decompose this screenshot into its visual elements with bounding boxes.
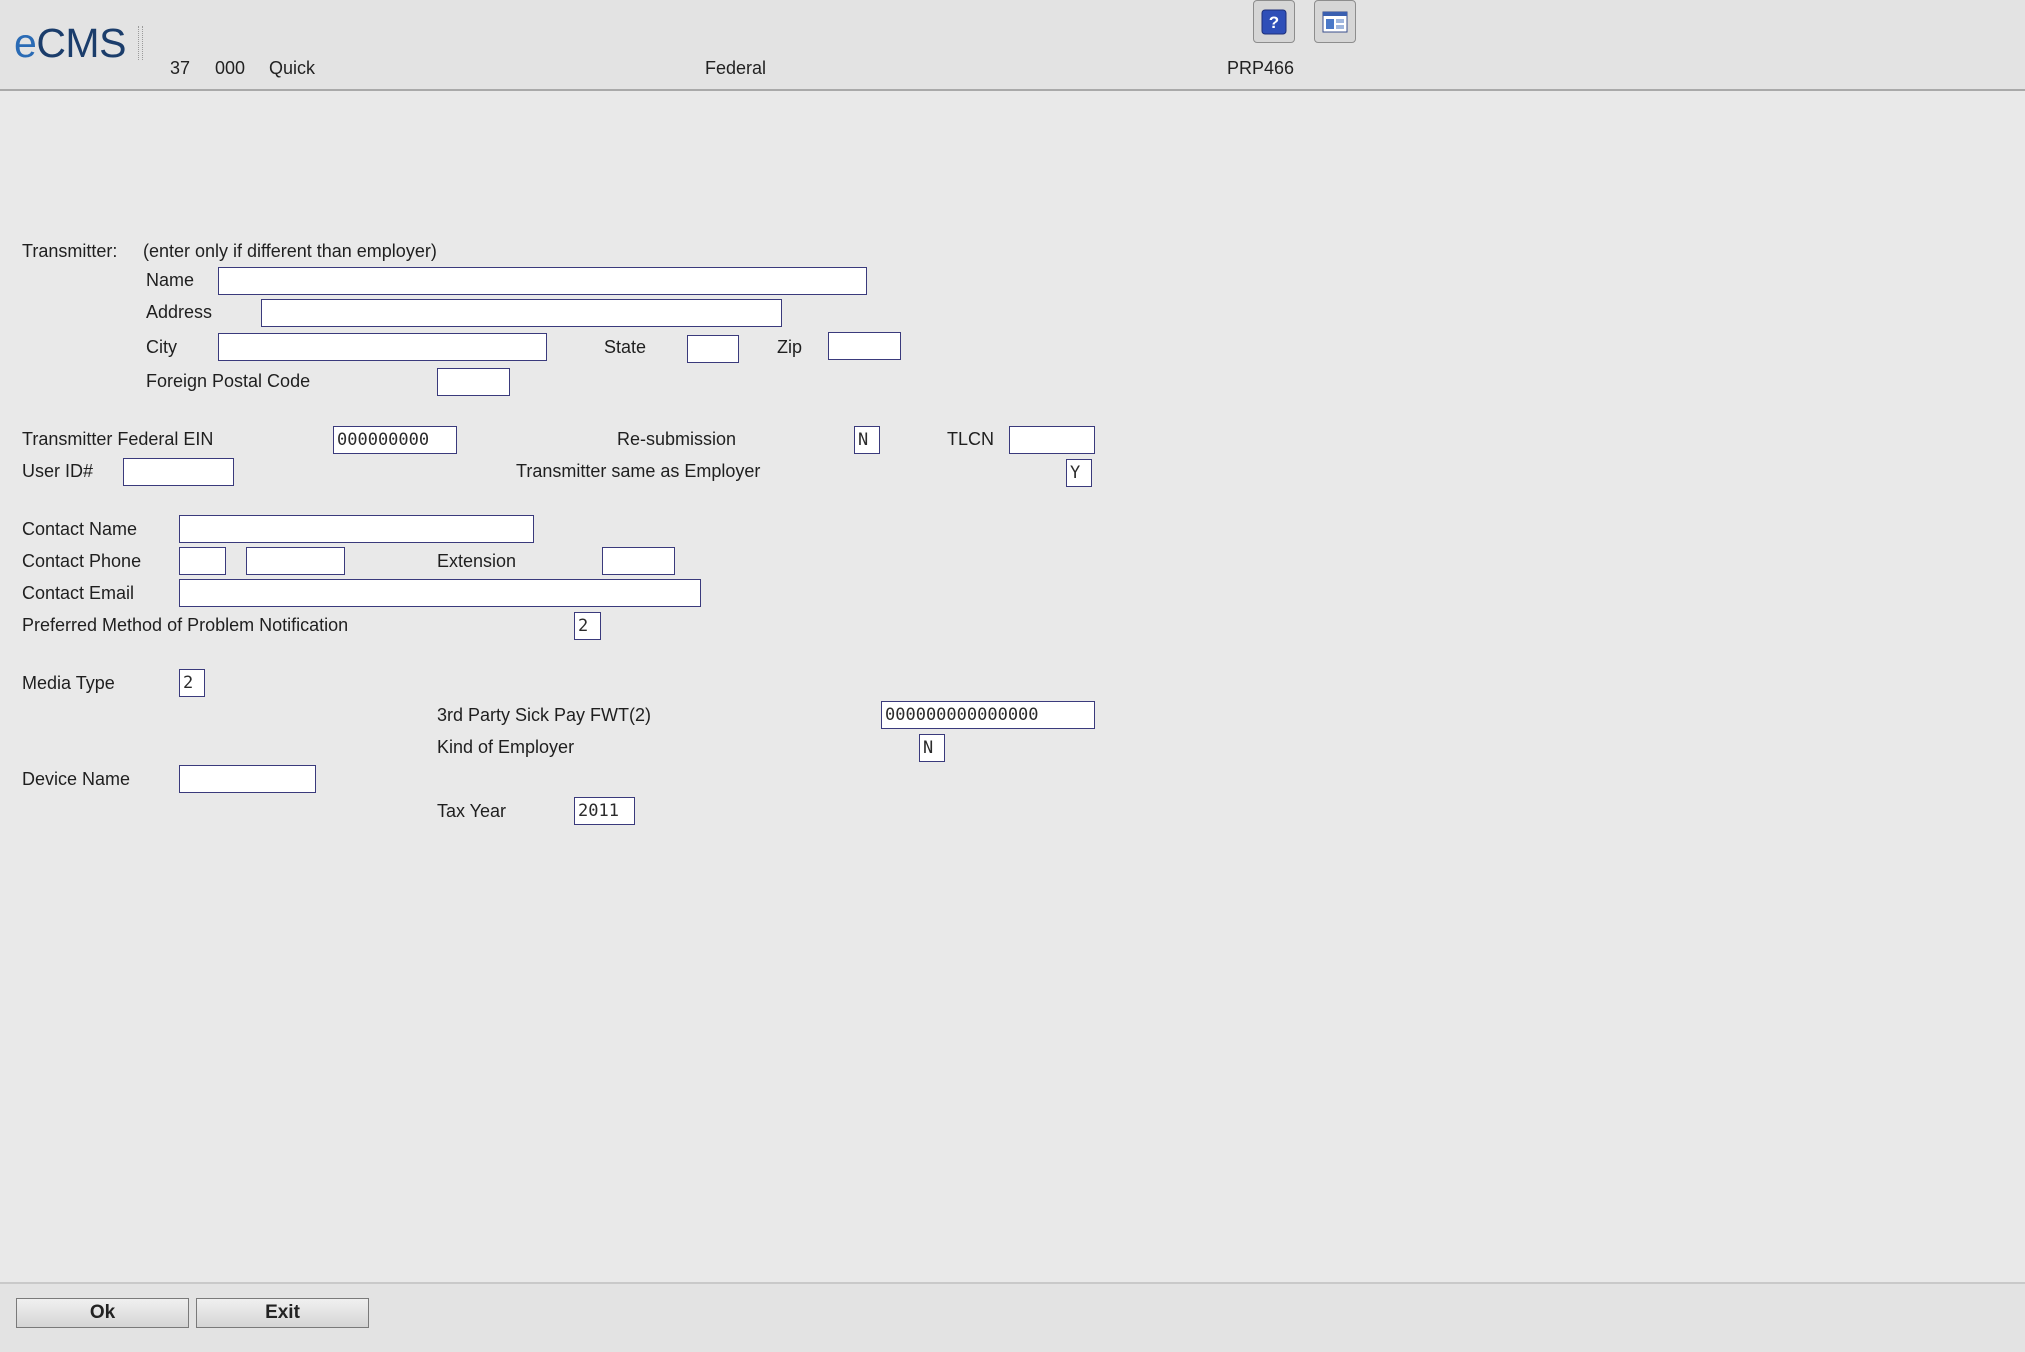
exit-button[interactable]: Exit xyxy=(196,1298,369,1328)
address-label: Address xyxy=(146,302,213,322)
phone-number-field[interactable] xyxy=(246,547,345,575)
state-field[interactable] xyxy=(687,335,739,363)
app-logo: eCMS xyxy=(14,20,126,66)
program-id: PRP466 xyxy=(1227,58,1295,78)
window-button[interactable] xyxy=(1314,0,1356,43)
state-label: State xyxy=(604,337,647,357)
sick-pay-field[interactable]: 000000000000000 xyxy=(881,701,1095,729)
device-name-label: Device Name xyxy=(22,769,131,789)
footer-bar: Ok Exit xyxy=(0,1282,2025,1352)
resubmission-field[interactable]: N xyxy=(854,426,880,454)
contact-email-label: Contact Email xyxy=(22,583,135,603)
foreign-postal-code-field[interactable] xyxy=(437,368,510,396)
help-question-icon: ? xyxy=(1261,9,1287,34)
media-type-field[interactable]: 2 xyxy=(179,669,205,697)
contact-phone-label: Contact Phone xyxy=(22,551,142,571)
ok-button[interactable]: Ok xyxy=(16,1298,189,1328)
city-label: City xyxy=(146,337,177,357)
federal-ein-label: Transmitter Federal EIN xyxy=(22,429,214,449)
city-field[interactable] xyxy=(218,333,547,361)
kind-of-employer-field[interactable]: N xyxy=(919,734,945,762)
tax-year-label: Tax Year xyxy=(437,801,507,821)
user-id-label: User ID# xyxy=(22,461,94,481)
foreign-postal-code-label: Foreign Postal Code xyxy=(146,371,311,391)
transmitter-heading: Transmitter: xyxy=(22,241,118,261)
notification-method-field[interactable]: 2 xyxy=(574,612,601,640)
kind-of-employer-label: Kind of Employer xyxy=(437,737,575,757)
screen-title: Federal xyxy=(705,58,767,78)
name-label: Name xyxy=(146,270,195,290)
contact-name-field[interactable] xyxy=(179,515,534,543)
zip-label: Zip xyxy=(777,337,803,357)
window-layout-icon xyxy=(1322,11,1348,32)
federal-ein-field[interactable]: 000000000 xyxy=(333,426,457,454)
company-name: Quick xyxy=(269,58,316,78)
contact-email-field[interactable] xyxy=(179,579,701,607)
division-code: 000 xyxy=(215,58,246,78)
header-bar: eCMS 37 000 Quick Federal PRP466 ? xyxy=(0,0,2025,91)
same-as-employer-field[interactable]: Y xyxy=(1066,459,1092,487)
extension-field[interactable] xyxy=(602,547,675,575)
phone-area-code-field[interactable] xyxy=(179,547,226,575)
address-field[interactable] xyxy=(261,299,782,327)
notification-method-label: Preferred Method of Problem Notification xyxy=(22,615,349,635)
logo-separator xyxy=(138,26,143,60)
sick-pay-label: 3rd Party Sick Pay FWT(2) xyxy=(437,705,652,725)
extension-label: Extension xyxy=(437,551,517,571)
tlcn-label: TLCN xyxy=(947,429,995,449)
company-code: 37 xyxy=(170,58,191,78)
zip-field[interactable] xyxy=(828,332,901,360)
svg-text:?: ? xyxy=(1269,13,1279,32)
resubmission-label: Re-submission xyxy=(617,429,737,449)
user-id-field[interactable] xyxy=(123,458,234,486)
help-button[interactable]: ? xyxy=(1253,0,1295,43)
same-as-employer-label: Transmitter same as Employer xyxy=(516,461,761,481)
tlcn-field[interactable] xyxy=(1009,426,1095,454)
transmitter-note: (enter only if different than employer) xyxy=(143,241,437,261)
device-name-field[interactable] xyxy=(179,765,316,793)
name-field[interactable] xyxy=(218,267,867,295)
contact-name-label: Contact Name xyxy=(22,519,138,539)
media-type-label: Media Type xyxy=(22,673,115,693)
tax-year-field[interactable]: 2011 xyxy=(574,797,635,825)
